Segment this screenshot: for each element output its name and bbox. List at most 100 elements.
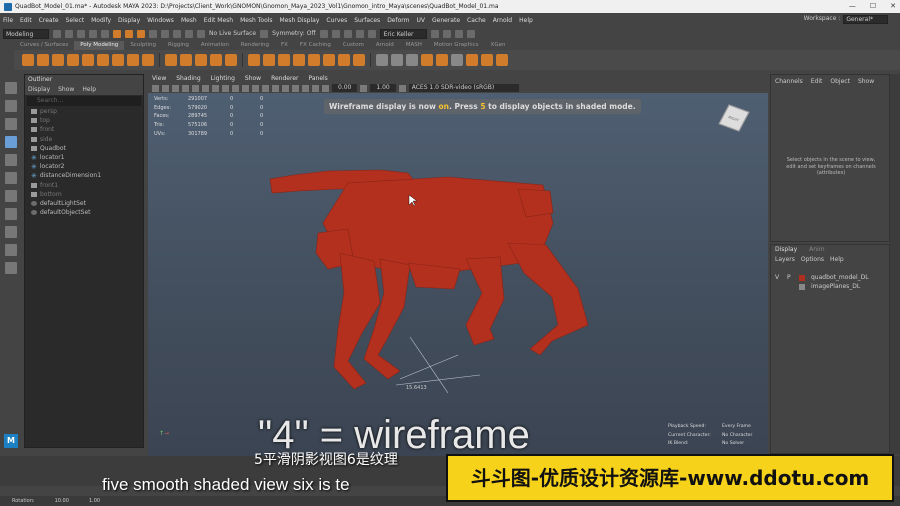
multi-cut-icon[interactable] xyxy=(323,54,335,66)
close-button[interactable]: ✕ xyxy=(890,2,896,10)
symmetry-icon[interactable] xyxy=(260,29,269,38)
poly-plane-icon[interactable] xyxy=(97,54,109,66)
gamma-icon[interactable] xyxy=(360,84,368,92)
layer-row[interactable]: imagePlanes_DL xyxy=(771,282,889,291)
maximize-button[interactable]: ☐ xyxy=(870,2,876,10)
insert-edge-loop-icon[interactable] xyxy=(353,54,365,66)
layer-color-swatch[interactable] xyxy=(799,283,805,290)
select-tool-icon[interactable] xyxy=(5,82,17,94)
bevel-icon[interactable] xyxy=(278,54,290,66)
scale-tool-icon[interactable] xyxy=(5,172,17,184)
menu-create[interactable]: Create xyxy=(39,17,59,24)
fill-hole-icon[interactable] xyxy=(293,54,305,66)
shelf-tab-rendering[interactable]: Rendering xyxy=(235,41,275,50)
outliner-item[interactable]: front xyxy=(25,125,143,134)
menu-curves[interactable]: Curves xyxy=(326,17,347,24)
outliner-item[interactable]: ✳ locator2 xyxy=(25,162,143,171)
textured-icon[interactable] xyxy=(282,84,289,92)
layer-menu-help[interactable]: Help xyxy=(830,255,844,265)
view-transform-dropdown[interactable]: ACES 1.0 SDR-video (sRGB) xyxy=(408,84,520,92)
shelf-tab-custom[interactable]: Custom xyxy=(337,41,370,50)
safe-title-icon[interactable] xyxy=(252,84,259,92)
menu-set-dropdown[interactable]: Modeling xyxy=(3,28,49,39)
shelf-tab-poly-modeling[interactable]: Poly Modeling xyxy=(74,41,125,50)
rotation-field[interactable]: 10.00 xyxy=(55,496,69,506)
outliner-menu-show[interactable]: Show xyxy=(58,85,74,95)
menu-display[interactable]: Display xyxy=(118,17,140,24)
outliner-search-input[interactable]: Search... xyxy=(27,96,141,106)
layer-visibility-toggle[interactable]: V xyxy=(775,274,781,281)
live-surface-label[interactable]: No Live Surface xyxy=(209,30,256,37)
outliner-item[interactable]: side xyxy=(25,135,143,144)
menu-uv[interactable]: UV xyxy=(417,17,426,24)
lights-icon[interactable] xyxy=(292,84,299,92)
superellipse-icon[interactable] xyxy=(142,54,154,66)
single-layout-icon[interactable] xyxy=(5,190,17,202)
gamma-field[interactable]: 1.00 xyxy=(370,84,396,92)
minimize-button[interactable]: — xyxy=(849,2,856,10)
shelf-tab-fx-caching[interactable]: FX Caching xyxy=(294,41,337,50)
snap-grid-icon[interactable] xyxy=(149,29,157,38)
shelf-tab-sculpting[interactable]: Sculpting xyxy=(124,41,162,50)
move-tool-icon[interactable] xyxy=(5,136,17,148)
snap-view-icon[interactable] xyxy=(185,29,193,38)
render-icon[interactable] xyxy=(319,29,328,38)
menu-mesh-display[interactable]: Mesh Display xyxy=(280,17,320,24)
tool-settings-icon[interactable] xyxy=(454,29,463,38)
shelf-tab-fx[interactable]: FX xyxy=(275,41,294,50)
poly-cylinder-icon[interactable] xyxy=(52,54,64,66)
planar-uv-icon[interactable] xyxy=(421,54,433,66)
persp-graph-layout-icon[interactable] xyxy=(5,244,17,256)
target-weld-icon[interactable] xyxy=(338,54,350,66)
shelf-tab-motion-graphics[interactable]: Motion Graphics xyxy=(428,41,485,50)
menu-select[interactable]: Select xyxy=(66,17,85,24)
quad-draw-icon[interactable] xyxy=(466,54,478,66)
bridge-icon[interactable] xyxy=(263,54,275,66)
bookmarks-icon[interactable] xyxy=(172,84,179,92)
viewport-menu-show[interactable]: Show xyxy=(245,75,261,83)
make-live-icon[interactable] xyxy=(197,29,205,38)
layer-menu-options[interactable]: Options xyxy=(801,255,824,265)
channel-menu-show[interactable]: Show xyxy=(858,75,874,89)
snap-point-icon[interactable] xyxy=(173,29,181,38)
shelf-tab-curves-surfaces[interactable]: Curves / Surfaces xyxy=(14,41,74,50)
redo-icon[interactable] xyxy=(101,29,109,38)
workspace-dropdown[interactable]: General* xyxy=(843,15,888,24)
render-settings-icon[interactable] xyxy=(343,29,352,38)
viewport-menu-view[interactable]: View xyxy=(152,75,166,83)
outliner-item[interactable]: Quadbot xyxy=(25,144,143,153)
menu-edit[interactable]: Edit xyxy=(20,17,32,24)
tab-display[interactable]: Display xyxy=(775,245,797,255)
modeling-toolkit-icon[interactable] xyxy=(430,29,439,38)
outliner-item[interactable]: defaultObjectSet xyxy=(25,208,143,217)
select-hierarchy-icon[interactable] xyxy=(113,29,121,38)
poly-torus-icon[interactable] xyxy=(82,54,94,66)
viewport-menu-renderer[interactable]: Renderer xyxy=(271,75,298,83)
paint-select-icon[interactable] xyxy=(5,118,17,130)
combine-icon[interactable] xyxy=(165,54,177,66)
poly-sphere-icon[interactable] xyxy=(22,54,34,66)
xray-icon[interactable] xyxy=(322,84,329,92)
layer-color-swatch[interactable] xyxy=(799,274,805,281)
camera-attributes-icon[interactable] xyxy=(162,84,169,92)
shelf-tab-mash[interactable]: MASH xyxy=(400,41,428,50)
image-plane-icon[interactable] xyxy=(182,84,189,92)
gate-mask-icon[interactable] xyxy=(222,84,229,92)
menu-arnold[interactable]: Arnold xyxy=(493,17,512,24)
delete-history-icon[interactable] xyxy=(406,54,418,66)
undo-icon[interactable] xyxy=(89,29,97,38)
select-component-icon[interactable] xyxy=(137,29,145,38)
uv-editor-icon[interactable] xyxy=(451,54,463,66)
shelf-tab-animation[interactable]: Animation xyxy=(195,41,235,50)
menu-surfaces[interactable]: Surfaces xyxy=(354,17,380,24)
shelf-tab-arnold[interactable]: Arnold xyxy=(370,41,400,50)
outliner-menu-help[interactable]: Help xyxy=(82,85,96,95)
menu-windows[interactable]: Windows xyxy=(147,17,174,24)
menu-modify[interactable]: Modify xyxy=(91,17,111,24)
poly-disc-icon[interactable] xyxy=(112,54,124,66)
outliner-item[interactable]: bottom xyxy=(25,190,143,199)
menu-edit-mesh[interactable]: Edit Mesh xyxy=(204,17,233,24)
new-scene-icon[interactable] xyxy=(53,29,61,38)
four-view-layout-icon[interactable] xyxy=(5,208,17,220)
outliner-item[interactable]: persp xyxy=(25,107,143,116)
